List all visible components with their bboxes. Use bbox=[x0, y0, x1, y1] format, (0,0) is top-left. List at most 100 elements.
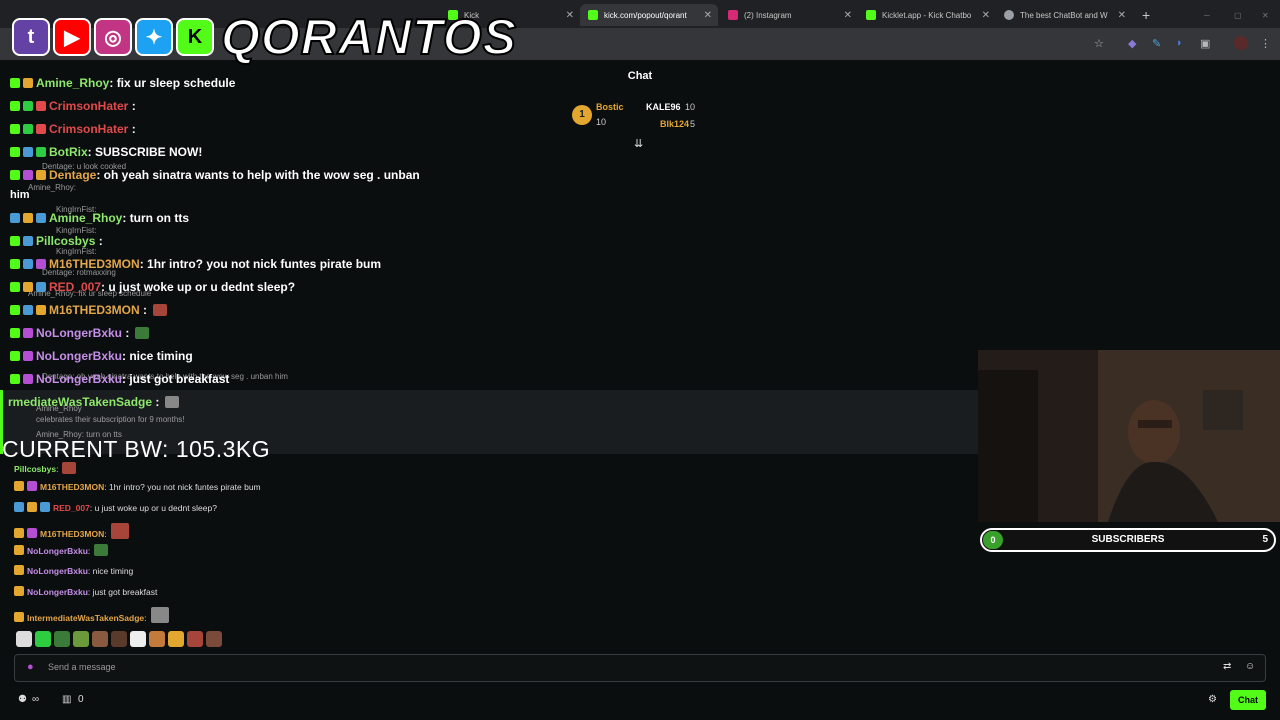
window-close-icon[interactable]: ✕ bbox=[1254, 4, 1277, 26]
chat-username[interactable]: CrimsonHater bbox=[49, 99, 128, 113]
emote-icon bbox=[110, 523, 129, 539]
bookmark-star-icon[interactable]: ☆ bbox=[1094, 37, 1104, 50]
chat-text: : u just woke up or u dednt sleep? bbox=[89, 503, 217, 513]
third-name[interactable]: Blk124 bbox=[660, 119, 689, 129]
chat-username[interactable]: Pillcosbys bbox=[36, 234, 95, 248]
translate-icon[interactable]: ⇄ bbox=[1223, 661, 1231, 672]
new-tab-button[interactable]: + bbox=[1134, 4, 1154, 26]
chat-text: : bbox=[122, 326, 130, 340]
minimize-icon[interactable]: ─ bbox=[1196, 4, 1218, 26]
chat-username[interactable]: M16THED3MON bbox=[49, 257, 140, 271]
emote-icon[interactable] bbox=[92, 631, 108, 647]
emote-icon[interactable] bbox=[73, 631, 89, 647]
close-icon[interactable]: ✕ bbox=[704, 10, 712, 21]
chat-text: : nice timing bbox=[122, 349, 193, 363]
chat-message: M16THED3MON: 1hr intro? you not nick fun… bbox=[10, 257, 381, 271]
emote-icon[interactable] bbox=[54, 631, 70, 647]
chat-username[interactable]: Amine_Rhoy bbox=[36, 76, 109, 90]
chat-username[interactable]: NoLongerBxku bbox=[27, 566, 88, 576]
chat-text: : fix ur sleep schedule bbox=[109, 76, 236, 90]
second-name[interactable]: KALE96 bbox=[646, 102, 681, 112]
chat-username[interactable]: IntermediateWasTakenSadge bbox=[27, 613, 144, 623]
tab-label: kick.com/popout/qorant bbox=[604, 10, 687, 20]
chat-username[interactable]: M16THED3MON bbox=[40, 529, 104, 539]
chat-username[interactable]: M16THED3MON bbox=[49, 303, 140, 317]
close-icon[interactable]: ✕ bbox=[1118, 10, 1126, 21]
close-icon[interactable]: ✕ bbox=[982, 10, 990, 21]
chat-username[interactable]: Pillcosbys bbox=[14, 464, 56, 474]
cat-emote-icon bbox=[150, 607, 169, 623]
extensions-puzzle-icon[interactable]: ▣ bbox=[1200, 37, 1210, 50]
emote-icon[interactable] bbox=[187, 631, 203, 647]
tab-chatbot[interactable]: The best ChatBot and W ✕ bbox=[996, 4, 1132, 26]
chat-message: NoLongerBxku : bbox=[10, 326, 150, 340]
tab-label: (2) Instagram bbox=[744, 10, 792, 20]
translate-extension-icon[interactable]: ✎ bbox=[1152, 37, 1161, 50]
tab-instagram[interactable]: (2) Instagram ✕ bbox=[720, 4, 858, 26]
chat-username[interactable]: RED_007 bbox=[53, 503, 90, 513]
chat-username[interactable]: rmediateWasTakenSadge bbox=[8, 395, 152, 409]
maximize-icon[interactable]: ▢ bbox=[1226, 4, 1250, 26]
emote-icon[interactable] bbox=[168, 631, 184, 647]
extension-icon[interactable]: ◆ bbox=[1128, 37, 1136, 50]
kick-emote-icon[interactable] bbox=[16, 631, 32, 647]
tab-kicklet[interactable]: Kicklet.app - Kick Chatbo ✕ bbox=[858, 4, 996, 26]
settings-gear-icon[interactable]: ⚙ bbox=[1208, 694, 1217, 705]
chat-text: : just got breakfast bbox=[122, 372, 230, 386]
chat-input[interactable]: ● Send a message ⇄ ☺ bbox=[14, 654, 1266, 682]
collapse-chevron-icon[interactable]: ⇊ bbox=[634, 137, 643, 150]
first-place-medal: 1 bbox=[572, 105, 592, 125]
subscriber-goal-label: SUBSCRIBERS bbox=[1091, 534, 1165, 545]
chat-username[interactable]: Dentage bbox=[49, 168, 96, 182]
profile-avatar[interactable] bbox=[1234, 36, 1248, 50]
chat-username[interactable]: CrimsonHater bbox=[49, 122, 128, 136]
emote-icon[interactable] bbox=[35, 631, 51, 647]
emote-quick-bar bbox=[16, 631, 222, 647]
emote-icon bbox=[62, 462, 77, 474]
bodyweight-overlay: CURRENT BW: 105.3KG bbox=[2, 436, 271, 462]
leader-name[interactable]: Bostic bbox=[596, 102, 624, 112]
emoji-icon[interactable]: ☺ bbox=[1245, 661, 1255, 672]
chat-message: M16THED3MON : bbox=[10, 303, 168, 317]
close-icon[interactable]: ✕ bbox=[566, 10, 574, 21]
streamer-name: QORANTOS bbox=[220, 8, 517, 66]
chat-message: NoLongerBxku: just got breakfast bbox=[14, 586, 157, 597]
instagram-icon: ◎ bbox=[94, 18, 132, 56]
instagram-favicon-icon bbox=[728, 10, 738, 20]
twitter-icon: ✦ bbox=[135, 18, 173, 56]
close-icon[interactable]: ✕ bbox=[844, 10, 852, 21]
infinity-icon[interactable]: ∞ bbox=[32, 694, 39, 705]
send-chat-button[interactable]: Chat bbox=[1230, 690, 1266, 710]
chat-username[interactable]: NoLongerBxku bbox=[36, 349, 122, 363]
emote-icon[interactable] bbox=[149, 631, 165, 647]
chat-username[interactable]: NoLongerBxku bbox=[27, 546, 88, 556]
chat-username[interactable]: M16THED3MON bbox=[40, 482, 104, 492]
chat-message: CrimsonHater : bbox=[10, 122, 136, 136]
emote-icon[interactable] bbox=[111, 631, 127, 647]
chat-message: rmediateWasTakenSadge : bbox=[8, 395, 180, 409]
chat-username[interactable]: Amine_Rhoy bbox=[49, 211, 122, 225]
chat-username[interactable]: NoLongerBxku bbox=[36, 372, 122, 386]
youtube-icon: ▶ bbox=[53, 18, 91, 56]
points-count: 0 bbox=[78, 694, 84, 705]
extension-icon[interactable]: ◗ bbox=[1176, 37, 1183, 49]
chat-username[interactable]: NoLongerBxku bbox=[36, 326, 122, 340]
menu-icon[interactable]: ⋮ bbox=[1260, 37, 1271, 50]
user-icon[interactable]: ⚉ bbox=[18, 694, 27, 705]
gift-icon[interactable]: ▥ bbox=[62, 694, 71, 705]
third-count: 5 bbox=[690, 119, 696, 129]
second-count: 10 bbox=[685, 102, 696, 112]
chat-message: BotRix: SUBSCRIBE NOW! bbox=[10, 145, 202, 159]
emote-icon[interactable] bbox=[130, 631, 146, 647]
chat-text: : u just woke up or u dednt sleep? bbox=[101, 280, 296, 294]
chat-username[interactable]: NoLongerBxku bbox=[27, 587, 88, 597]
subscriber-goal-target: 5 bbox=[1262, 534, 1268, 545]
chat-username[interactable]: RED_007 bbox=[49, 280, 101, 294]
chat-message: Pillcosbys : bbox=[10, 234, 103, 248]
emote-icon[interactable] bbox=[206, 631, 222, 647]
chat-username[interactable]: BotRix bbox=[49, 145, 88, 159]
chat-message: Dentage: oh yeah sinatra wants to help w… bbox=[10, 168, 420, 182]
chat-text: : bbox=[139, 303, 148, 317]
microphone-icon[interactable]: ● bbox=[27, 661, 34, 673]
tab-kick-popout[interactable]: kick.com/popout/qorant ✕ bbox=[580, 4, 718, 26]
